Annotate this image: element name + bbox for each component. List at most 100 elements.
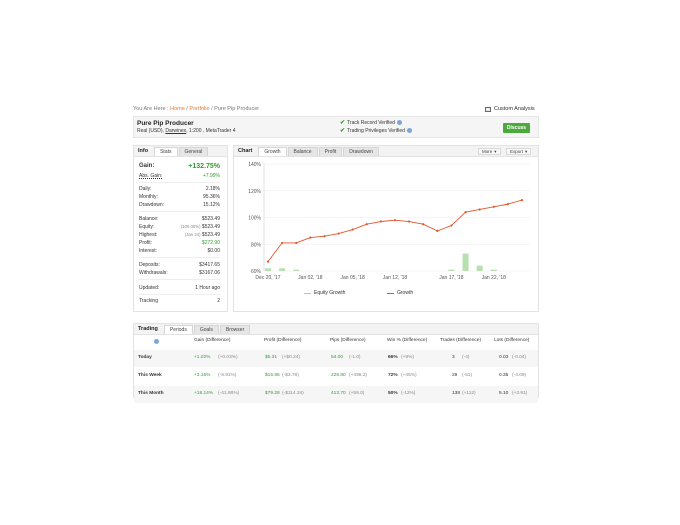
x-tick-label: Jan 17, '18 [439, 275, 464, 281]
y-tick-label: 140% [248, 162, 261, 168]
monthly-label: Monthly: [139, 194, 158, 200]
deposits-value: $3417.65 [199, 262, 220, 268]
period-label: This Month [138, 391, 164, 396]
header-trades: Trades (Difference) [440, 338, 482, 343]
balance-row: Balance: $523.49 [139, 216, 220, 222]
lots-diff: (-0.04) [512, 355, 527, 360]
monthly-row: Monthly: 95.36% [139, 194, 220, 200]
info-panel: Info Stats General Gain: +132.75% Abs. G… [133, 145, 228, 312]
track-record-label: Track Record Verified [347, 119, 395, 126]
lots-diff: (+3.91) [512, 391, 528, 396]
breadcrumb-separator: / [186, 106, 188, 112]
discuss-button[interactable]: Discuss [503, 123, 530, 133]
growth-point [365, 223, 368, 226]
table-row: This Week +3.15% (-8.91%) $15.95 (-$3.78) 226… [134, 368, 538, 385]
tab-browser[interactable]: Browser [219, 325, 251, 334]
growth-point [379, 220, 382, 223]
lots-value: 0.35 [499, 373, 509, 378]
custom-analysis-link[interactable]: Custom Analysis [485, 106, 535, 112]
trading-privileges-label: Trading Privileges Verified [347, 127, 405, 134]
gain-diff: (-8.91%) [218, 373, 237, 378]
x-tick-label: Jan 22, '18 [482, 275, 507, 281]
pips-value: 54.00 [331, 355, 344, 360]
custom-analysis-label: Custom Analysis [494, 106, 535, 112]
gain-value: +132.75% [188, 163, 220, 170]
win-value: 66% [388, 355, 398, 360]
tab-periods[interactable]: Periods [163, 325, 193, 334]
x-tick-label: Jan 02, '18 [298, 275, 323, 281]
tab-general[interactable]: General [178, 147, 209, 156]
growth-point [492, 205, 495, 208]
tab-goals[interactable]: Goals [193, 325, 219, 334]
abs-gain-value: +7.99% [202, 173, 220, 179]
profit-diff: (-$3.78) [282, 373, 299, 378]
trades-diff: (+112) [462, 391, 476, 396]
broker-link[interactable]: Darwinex [165, 128, 186, 134]
profit-row: Profit: $272.90 [139, 240, 220, 246]
profit-diff: (-$114.34) [282, 391, 304, 396]
equity-value: $523.49 [201, 224, 220, 230]
equity-bar [448, 269, 455, 271]
x-tick-label: Dec 20, '17 [255, 275, 280, 281]
win-diff: (+45%) [401, 373, 417, 378]
highest-label: Highest: [139, 232, 158, 238]
header-lots: Lots (Difference) [494, 338, 530, 343]
growth-point [281, 241, 284, 245]
breadcrumb-current: Pure Pip Producer [214, 106, 260, 112]
growth-point [323, 235, 326, 238]
info-icon[interactable] [406, 128, 412, 133]
gain-diff: (+0.03%) [218, 355, 238, 360]
breadcrumb-portfolio-link[interactable]: Portfolio [189, 106, 209, 112]
equity-label: Equity: [139, 224, 155, 230]
trades-diff: (-51) [462, 373, 473, 378]
x-tick-label: Jan 12, '18 [383, 275, 408, 281]
profit-label: Profit: [139, 240, 153, 246]
divider [139, 279, 220, 280]
growth-point [436, 229, 439, 232]
tab-trading[interactable]: Trading [134, 326, 164, 334]
tracking-row: Tracking 2 [139, 298, 220, 304]
win-diff: (-12%) [401, 391, 416, 396]
equity-bar [279, 268, 286, 271]
interest-value: $0.00 [207, 248, 220, 254]
profit-value: $79.28 [265, 391, 280, 396]
pips-diff: (+59.0) [349, 391, 365, 396]
equity-bar [462, 253, 469, 271]
win-value: 50% [388, 391, 398, 396]
pips-diff: (-1.0) [349, 355, 361, 360]
growth-point [309, 236, 312, 239]
growth-point [337, 232, 340, 235]
interest-label: Interest: [139, 248, 158, 254]
trades-value: 29 [452, 373, 458, 378]
gain-value: +18.14% [194, 391, 214, 396]
info-tabs: Info Stats General [134, 146, 227, 157]
system-subtitle: Real (USD), Darwinex, 1:200 , MetaTrader… [137, 128, 235, 134]
check-icon: ✔ [340, 128, 346, 134]
legend-growth[interactable]: Growth [387, 290, 413, 296]
gain-value: +3.15% [194, 373, 211, 378]
trades-value: 138 [452, 391, 461, 396]
info-icon[interactable] [396, 120, 402, 125]
account-details: , 1:200 , MetaTrader 4 [186, 128, 236, 134]
abs-gain-row: Abs. Gain: +7.99% [139, 173, 220, 179]
info-panel-title: Info [138, 148, 149, 154]
withdrawals-row: Withdrawals: $3167.06 [139, 270, 220, 276]
growth-chart[interactable]: 140%120%100%80%60%Dec 20, '17 Jan 02, '18… [234, 146, 538, 311]
divider [139, 294, 220, 295]
tab-stats[interactable]: Stats [154, 147, 178, 156]
withdrawals-label: Withdrawals: [139, 270, 168, 276]
win-diff: (+9%) [401, 355, 414, 360]
chart-panel: Chart Growth Balance Profit Drawdown Mor… [233, 145, 539, 312]
growth-point [266, 260, 270, 263]
growth-point [478, 208, 481, 211]
analysis-icon [485, 106, 491, 112]
breadcrumb-home-link[interactable]: Home [170, 106, 185, 112]
system-title: Pure Pip Producer [137, 120, 194, 127]
highest-value: $523.49 [201, 232, 220, 238]
legend-equity-growth[interactable]: Equity Growth [304, 290, 345, 296]
highest-date: (Jan 24) [184, 232, 201, 237]
growth-point [464, 211, 467, 214]
info-icon[interactable] [154, 339, 159, 344]
gain-row: Gain: +132.75% [139, 163, 220, 170]
profit-diff: (+$0.24) [282, 355, 301, 360]
